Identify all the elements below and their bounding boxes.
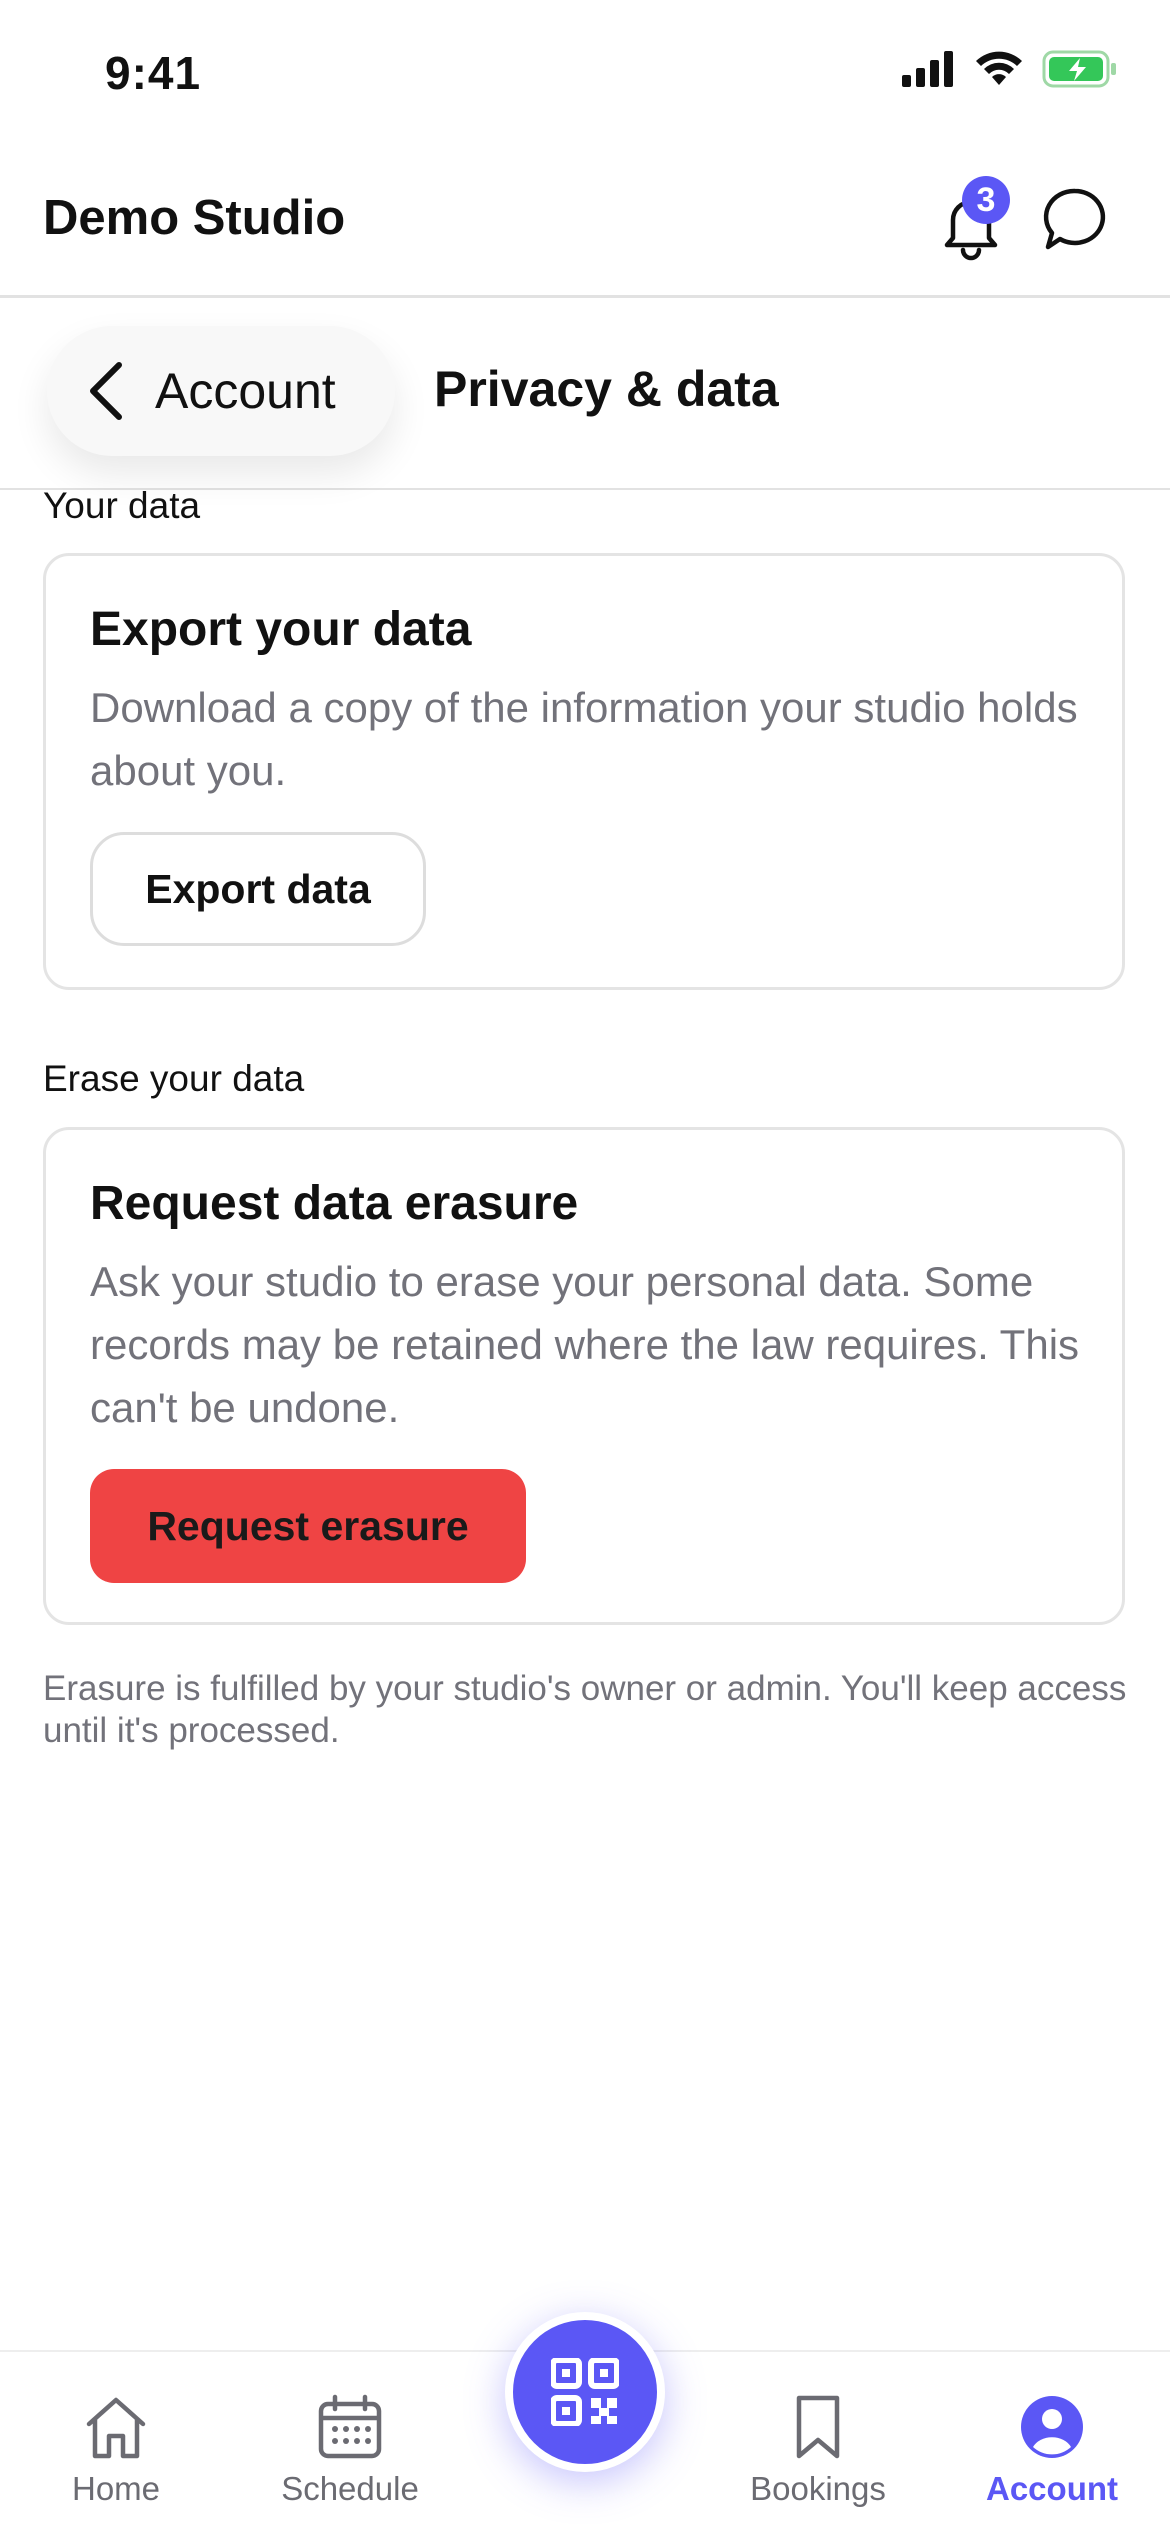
calendar-icon [318,2394,382,2459]
chevron-left-icon [90,362,122,420]
top-app-bar: Demo Studio 3 [0,150,1170,298]
erasure-card-description: Ask your studio to erase your personal d… [90,1258,1080,1431]
tab-schedule[interactable]: Schedule [250,2392,450,2508]
erasure-card: Request data erasure Ask your studio to … [43,1127,1125,1625]
tab-label: Account [986,2470,1118,2507]
qr-code-icon [551,2358,619,2426]
signal-icon [902,51,953,87]
tab-label: Schedule [281,2470,419,2507]
back-label: Account [155,363,336,419]
qr-scan-button[interactable] [505,2312,665,2472]
tab-label: Bookings [750,2470,886,2507]
export-card-title: Export your data [90,603,472,656]
bookmark-icon [796,2395,840,2459]
tab-label: Home [71,2470,161,2507]
status-bar: 9:41 [0,0,1170,150]
sub-nav-bar: Account Privacy & data [0,298,1170,490]
section-heading-erase: Erase your data [43,1058,305,1099]
back-button[interactable]: Account [47,326,395,456]
wifi-icon [976,51,1022,85]
studio-name: Demo Studio [43,191,346,245]
tab-bookings[interactable]: Bookings [718,2392,918,2508]
home-icon [86,2397,146,2459]
export-card-description: Download a copy of the information your … [90,684,1078,794]
export-card: Export your data Download a copy of the … [43,553,1125,990]
request-erasure-button[interactable]: Request erasure [90,1469,526,1583]
battery-icon [1042,50,1116,88]
export-data-button[interactable]: Export data [90,832,426,946]
status-time: 9:41 [105,47,202,99]
tab-account[interactable]: Account [952,2392,1152,2508]
erasure-footnote: Erasure is fulfilled by your studio's ow… [43,1669,1127,1750]
erasure-card-title: Request data erasure [90,1177,579,1230]
user-icon [1021,2396,1083,2458]
tab-home[interactable]: Home [16,2392,216,2508]
notification-badge: 3 [962,176,1010,224]
section-heading-your-data: Your data [43,485,201,526]
chat-icon[interactable] [1040,185,1110,255]
page-title: Privacy & data [434,361,779,417]
status-icons [902,50,1118,88]
